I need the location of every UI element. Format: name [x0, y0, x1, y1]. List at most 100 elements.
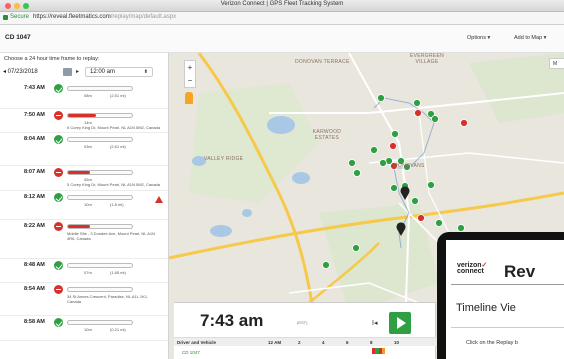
replay-panel: Choose a 24 hour time frame to replay: ◂… — [0, 53, 169, 359]
map-type-button[interactable]: M — [549, 58, 564, 69]
trip-row[interactable]: 8:07 AM 05m 5 Corey King Dr, Mount Pearl, … — [0, 166, 168, 191]
overlay-title: Rev — [504, 262, 536, 281]
trip-duration: 10m — [84, 202, 92, 207]
stop-marker-icon[interactable] — [460, 119, 468, 127]
trip-row[interactable]: 8:22 AM Mobile Site - 3 Dundee Ave, Mount… — [0, 220, 168, 259]
stop-icon[interactable] — [54, 168, 63, 177]
trip-row[interactable]: 8:54 AM 34 St Annes Crescent, Paradise, N… — [0, 283, 168, 316]
map-label-donovan-terrace: DONOVAN TERRACE — [295, 59, 350, 65]
drive-marker-icon[interactable] — [353, 169, 361, 177]
trip-duration-bar — [67, 113, 133, 118]
timeline-vehicle-label[interactable]: CD 1047 — [182, 350, 200, 355]
drive-marker-icon[interactable] — [370, 146, 378, 154]
stop-icon[interactable] — [54, 222, 63, 231]
trip-row[interactable]: 7:43 AM 08m (2.51 mi) — [0, 82, 168, 109]
map-label-text: VALLEY RIDGE — [204, 156, 244, 162]
play-button[interactable] — [389, 312, 411, 334]
trip-duration-fill — [68, 225, 90, 228]
map-label-text: KARWOOD ESTATES — [312, 129, 342, 141]
drive-marker-icon[interactable] — [390, 184, 398, 192]
stop-marker-icon[interactable] — [414, 109, 422, 117]
street-view-pegman-icon[interactable] — [185, 92, 193, 104]
map-label-karwood-estates: KARWOOD ESTATES — [306, 129, 348, 141]
trip-distance: (1.8 mi) — [110, 202, 124, 207]
logo-line-2: connect — [457, 268, 484, 275]
lock-icon — [3, 15, 8, 20]
trip-duration-fill — [68, 114, 96, 117]
trip-duration-bar — [67, 287, 133, 292]
select-caret-icon: ⬍ — [143, 69, 148, 75]
divider — [451, 284, 564, 285]
add-to-map-menu[interactable]: Add to Map ▾ — [514, 35, 546, 41]
trip-distance: (2.61 mi) — [110, 144, 126, 149]
map-label-text: DONOVANS — [394, 163, 425, 169]
options-menu[interactable]: Options ▾ — [467, 35, 490, 41]
stop-marker-icon[interactable] — [389, 142, 397, 150]
trip-row[interactable]: 8:48 AM 07m (1.65 mi) — [0, 259, 168, 283]
start-time-select[interactable]: 12:00 am ⬍ — [85, 67, 153, 77]
drive-marker-icon[interactable] — [411, 197, 419, 205]
date-field[interactable]: ◂ 07/23/2018 — [3, 68, 38, 75]
trip-duration: 08m — [84, 93, 92, 98]
url-text[interactable]: https://reveal.fleetmatics.com/replay/ma… — [33, 14, 176, 20]
stop-icon[interactable] — [54, 285, 63, 294]
date-picker-row: ◂ 07/23/2018 ▸ 12:00 am ⬍ — [3, 67, 163, 78]
next-day-button[interactable]: ▸ — [76, 68, 79, 75]
drive-marker-icon[interactable] — [391, 130, 399, 138]
drive-start-icon[interactable] — [54, 84, 63, 93]
timeline-panel: 7:43 am (EST) I◂ Driver and Vehicle 12 A… — [174, 302, 436, 359]
drive-start-icon[interactable] — [54, 318, 63, 327]
drive-marker-icon[interactable] — [427, 181, 435, 189]
trip-duration: 03m — [84, 144, 92, 149]
warning-icon[interactable] — [155, 196, 163, 203]
trip-duration-bar — [67, 170, 133, 175]
drive-start-icon[interactable] — [54, 193, 63, 202]
drive-marker-icon[interactable] — [377, 94, 385, 102]
url-path: /replay/map/default.aspx — [110, 14, 177, 20]
skip-back-button[interactable]: I◂ — [372, 319, 377, 327]
lake — [242, 209, 252, 217]
map-label-valley-ridge: VALLEY RIDGE — [204, 156, 243, 162]
trip-time: 7:50 AM — [24, 112, 45, 118]
trip-row[interactable]: 7:50 AM 14m 5 Corey King Dr, Mount Pearl, … — [0, 109, 168, 133]
stop-marker-icon[interactable] — [417, 214, 425, 222]
trip-time: 8:48 AM — [24, 262, 45, 268]
lake — [292, 172, 310, 184]
calendar-icon[interactable] — [63, 68, 72, 76]
trip-row[interactable]: 8:58 AM 10m (0.21 mi) — [0, 316, 168, 341]
zoom-out-button[interactable]: − — [185, 74, 195, 87]
verizon-connect-logo: verizon✓ connect — [457, 262, 487, 275]
drive-start-icon[interactable] — [54, 261, 63, 270]
map-label-donovans: DONOVANS — [394, 163, 425, 169]
zoom-in-button[interactable]: + — [185, 61, 195, 74]
timeline-header: Driver and Vehicle 12 AM 2 4 6 8 10 — [174, 337, 436, 346]
drive-start-icon[interactable] — [54, 135, 63, 144]
tick-label: 10 — [394, 340, 400, 345]
drive-marker-icon[interactable] — [379, 159, 387, 167]
drive-marker-icon[interactable] — [457, 224, 465, 232]
divider — [451, 327, 564, 328]
driver-vehicle-header: Driver and Vehicle — [177, 340, 217, 345]
drive-marker-icon[interactable] — [413, 99, 421, 107]
address-bar[interactable]: Secure https://reveal.fleetmatics.com/re… — [0, 12, 564, 25]
trip-duration-bar — [67, 224, 133, 229]
trip-address: 34 St Annes Crescent, Paradise, NL A1L 1… — [67, 294, 149, 304]
trip-address: 5 Corey King Dr, Mount Pearl, NL A1N 5M2… — [67, 182, 161, 187]
drive-marker-icon[interactable] — [348, 159, 356, 167]
drive-marker-icon[interactable] — [431, 115, 439, 123]
trip-time: 7:43 AM — [24, 85, 45, 91]
map-label-text: DONOVAN TERRACE — [295, 59, 350, 65]
drive-marker-icon[interactable] — [435, 219, 443, 227]
trip-row[interactable]: 8:04 AM 03m (2.61 mi) — [0, 133, 168, 166]
timeline-idle-segment[interactable] — [382, 348, 385, 354]
trip-row[interactable]: 8:12 AM 10m (1.8 mi) — [0, 191, 168, 220]
current-time: 7:43 am — [200, 311, 264, 330]
trip-duration: 07m — [84, 270, 92, 275]
stop-icon[interactable] — [54, 111, 63, 120]
drive-marker-icon[interactable] — [352, 244, 360, 252]
trip-duration-bar — [67, 86, 133, 91]
trip-duration-bar — [67, 263, 133, 268]
map-label-evergreen-village: EVERGREEN VILLAGE — [403, 53, 451, 65]
trip-address: Mobile Site - 3 Dundee Ave, Mount Pearl,… — [67, 231, 156, 241]
drive-marker-icon[interactable] — [322, 261, 330, 269]
